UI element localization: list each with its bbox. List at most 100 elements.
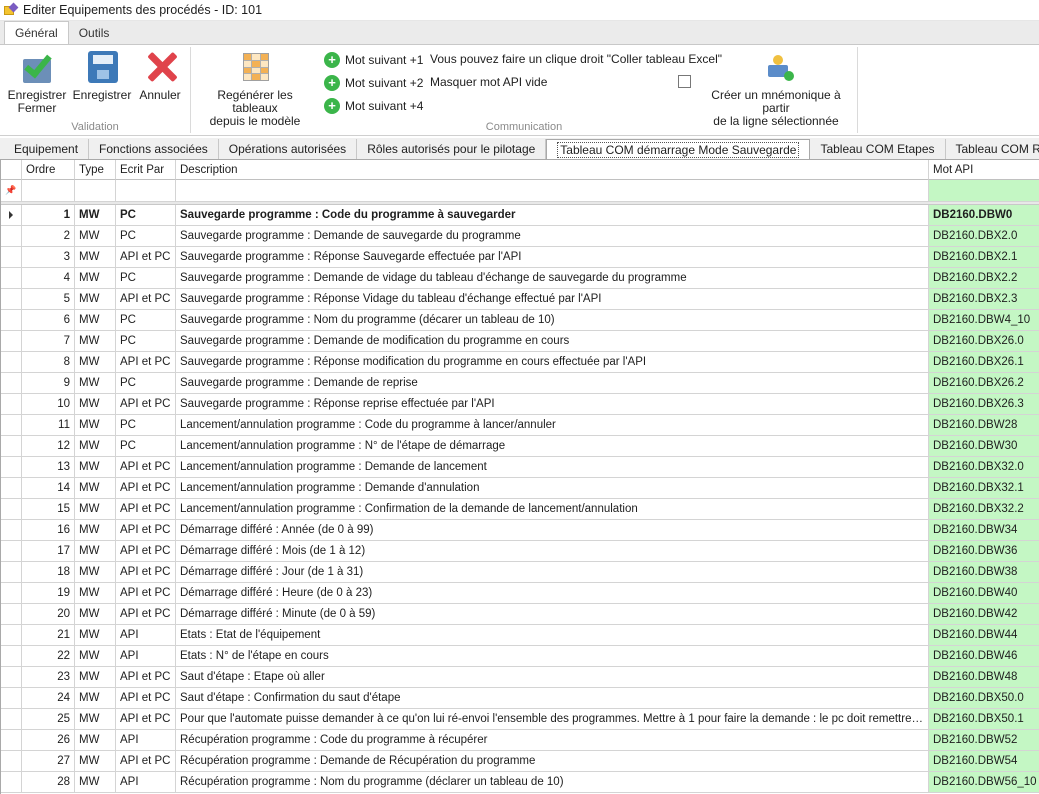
cell-description[interactable]: Saut d'étape : Etape où aller <box>176 667 929 688</box>
table-row[interactable]: 27 MW API et PC Récupération programme : De… <box>1 751 1039 772</box>
cell-ecrit-par[interactable]: API <box>116 772 176 793</box>
tab-fonctions-associees[interactable]: Fonctions associées <box>89 139 219 159</box>
row-indicator[interactable] <box>1 436 22 457</box>
cell-description[interactable]: Récupération programme : Nom du programm… <box>176 772 929 793</box>
cell-ecrit-par[interactable]: API et PC <box>116 478 176 499</box>
column-header-mot-api[interactable]: Mot API <box>929 160 1039 180</box>
cell-mot-api[interactable]: DB2160.DBW36 <box>929 541 1039 562</box>
cell-type[interactable]: MW <box>75 331 116 352</box>
cell-ecrit-par[interactable]: API et PC <box>116 709 176 730</box>
hide-empty-api-checkbox[interactable] <box>678 75 691 88</box>
cell-type[interactable]: MW <box>75 373 116 394</box>
cell-ecrit-par[interactable]: API et PC <box>116 541 176 562</box>
cell-mot-api[interactable]: DB2160.DBX32.2 <box>929 499 1039 520</box>
cell-ecrit-par[interactable]: API et PC <box>116 751 176 772</box>
cell-mot-api[interactable]: DB2160.DBX2.3 <box>929 289 1039 310</box>
cell-ecrit-par[interactable]: PC <box>116 415 176 436</box>
create-mnemonic-button[interactable]: Créer un mnémonique à partir de la ligne… <box>699 49 853 128</box>
cell-mot-api[interactable]: DB2160.DBW42 <box>929 604 1039 625</box>
regenerate-tables-button[interactable]: Regénérer les tableaux depuis le modèle <box>195 49 315 128</box>
cell-ecrit-par[interactable]: API et PC <box>116 289 176 310</box>
row-indicator[interactable] <box>1 541 22 562</box>
cell-ordre[interactable]: 10 <box>22 394 75 415</box>
cell-type[interactable]: MW <box>75 772 116 793</box>
table-row[interactable]: 19 MW API et PC Démarrage différé : Heure (… <box>1 583 1039 604</box>
cell-ecrit-par[interactable]: API et PC <box>116 667 176 688</box>
row-indicator[interactable] <box>1 646 22 667</box>
row-indicator[interactable] <box>1 604 22 625</box>
cell-ordre[interactable]: 21 <box>22 625 75 646</box>
cell-type[interactable]: MW <box>75 394 116 415</box>
tab-roles-autorises[interactable]: Rôles autorisés pour le pilotage <box>357 139 547 159</box>
table-row[interactable]: 17 MW API et PC Démarrage différé : Mois (d… <box>1 541 1039 562</box>
cell-ordre[interactable]: 6 <box>22 310 75 331</box>
cell-type[interactable]: MW <box>75 226 116 247</box>
cell-mot-api[interactable]: DB2160.DBW40 <box>929 583 1039 604</box>
filter-cell-type[interactable] <box>75 180 116 202</box>
table-row[interactable]: 3 MW API et PC Sauvegarde programme : Répon… <box>1 247 1039 268</box>
row-indicator[interactable] <box>1 751 22 772</box>
row-indicator[interactable] <box>1 289 22 310</box>
cell-type[interactable]: MW <box>75 499 116 520</box>
cell-type[interactable]: MW <box>75 478 116 499</box>
cell-description[interactable]: Lancement/annulation programme : Demande… <box>176 478 929 499</box>
table-row[interactable]: 2 MW PC Sauvegarde programme : Demande de s… <box>1 226 1039 247</box>
cell-ordre[interactable]: 4 <box>22 268 75 289</box>
table-row[interactable]: 6 MW PC Sauvegarde programme : Nom du progr… <box>1 310 1039 331</box>
cell-ecrit-par[interactable]: PC <box>116 373 176 394</box>
cell-mot-api[interactable]: DB2160.DBW46 <box>929 646 1039 667</box>
table-row[interactable]: 18 MW API et PC Démarrage différé : Jour (d… <box>1 562 1039 583</box>
cell-ecrit-par[interactable]: API et PC <box>116 457 176 478</box>
row-indicator[interactable] <box>1 772 22 793</box>
cell-mot-api[interactable]: DB2160.DBW34 <box>929 520 1039 541</box>
table-row[interactable]: 22 MW API Etats : N° de l'étape en cours DB2… <box>1 646 1039 667</box>
table-row[interactable]: 9 MW PC Sauvegarde programme : Demande de r… <box>1 373 1039 394</box>
cell-ordre[interactable]: 13 <box>22 457 75 478</box>
cell-mot-api[interactable]: DB2160.DBW54 <box>929 751 1039 772</box>
table-row[interactable]: 5 MW API et PC Sauvegarde programme : Répon… <box>1 289 1039 310</box>
cell-mot-api[interactable]: DB2160.DBW4_10 <box>929 310 1039 331</box>
cell-description[interactable]: Sauvegarde programme : Réponse Sauvegard… <box>176 247 929 268</box>
filter-cell-description[interactable] <box>176 180 929 202</box>
cell-mot-api[interactable]: DB2160.DBX26.3 <box>929 394 1039 415</box>
table-row[interactable]: 28 MW API Récupération programme : Nom du p… <box>1 772 1039 793</box>
cell-mot-api[interactable]: DB2160.DBX26.1 <box>929 352 1039 373</box>
cell-description[interactable]: Sauvegarde programme : Nom du programme … <box>176 310 929 331</box>
cell-ordre[interactable]: 17 <box>22 541 75 562</box>
row-indicator[interactable] <box>1 331 22 352</box>
cell-ordre[interactable]: 23 <box>22 667 75 688</box>
cell-type[interactable]: MW <box>75 415 116 436</box>
cell-type[interactable]: MW <box>75 457 116 478</box>
column-header-description[interactable]: Description <box>176 160 929 180</box>
cell-ordre[interactable]: 27 <box>22 751 75 772</box>
cell-ordre[interactable]: 3 <box>22 247 75 268</box>
cell-ecrit-par[interactable]: PC <box>116 331 176 352</box>
cell-ordre[interactable]: 19 <box>22 583 75 604</box>
table-row[interactable]: 10 MW API et PC Sauvegarde programme : Répo… <box>1 394 1039 415</box>
row-indicator[interactable] <box>1 583 22 604</box>
cell-type[interactable]: MW <box>75 352 116 373</box>
cell-ordre[interactable]: 7 <box>22 331 75 352</box>
cell-ecrit-par[interactable]: API et PC <box>116 394 176 415</box>
table-row[interactable]: 21 MW API Etats : Etat de l'équipement DB216… <box>1 625 1039 646</box>
table-row[interactable]: 14 MW API et PC Lancement/annulation progra… <box>1 478 1039 499</box>
cell-mot-api[interactable]: DB2160.DBX26.0 <box>929 331 1039 352</box>
cell-description[interactable]: Lancement/annulation programme : N° de l… <box>176 436 929 457</box>
row-indicator[interactable] <box>1 562 22 583</box>
cell-description[interactable]: Récupération programme : Demande de Récu… <box>176 751 929 772</box>
row-indicator[interactable] <box>1 373 22 394</box>
column-header-type[interactable]: Type <box>75 160 116 180</box>
tab-com-demarrage-sauvegarde[interactable]: Tableau COM démarrage Mode Sauvegarde <box>546 139 811 159</box>
cell-description[interactable]: Pour que l'automate puisse demander à ce… <box>176 709 929 730</box>
cell-description[interactable]: Saut d'étape : Confirmation du saut d'ét… <box>176 688 929 709</box>
row-indicator[interactable] <box>1 709 22 730</box>
cell-mot-api[interactable]: DB2160.DBX50.1 <box>929 709 1039 730</box>
cell-type[interactable]: MW <box>75 205 116 226</box>
cell-mot-api[interactable]: DB2160.DBW52 <box>929 730 1039 751</box>
cell-type[interactable]: MW <box>75 583 116 604</box>
save-button[interactable]: Enregistrer <box>72 49 132 102</box>
table-row[interactable]: 16 MW API et PC Démarrage différé : Année (… <box>1 520 1039 541</box>
cell-ordre[interactable]: 1 <box>22 205 75 226</box>
cell-mot-api[interactable]: DB2160.DBW30 <box>929 436 1039 457</box>
cell-description[interactable]: Sauvegarde programme : Demande de sauveg… <box>176 226 929 247</box>
